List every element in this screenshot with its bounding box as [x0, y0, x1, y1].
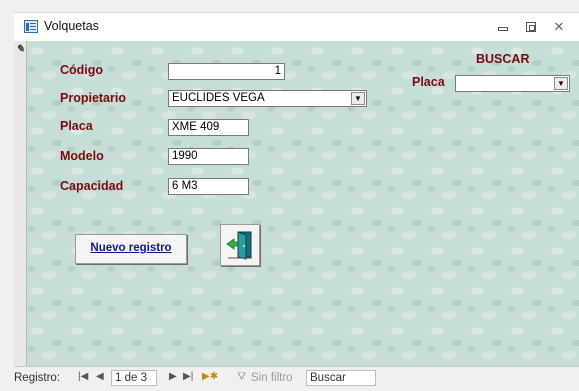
access-form-window: Volquetas ✕ ✎ Código 1 Propietario EUCLI…: [0, 0, 579, 391]
restore-icon[interactable]: [520, 19, 542, 35]
propietario-combo[interactable]: EUCLIDES VEGA ▼: [168, 90, 367, 107]
exit-door-icon: [226, 231, 252, 260]
capacidad-field[interactable]: 6 M3: [168, 178, 249, 195]
propietario-value: EUCLIDES VEGA: [172, 92, 265, 104]
previous-record-icon[interactable]: ◀: [96, 371, 104, 382]
nuevo-registro-label: Nuevo registro: [90, 242, 172, 254]
next-record-icon[interactable]: ▶: [169, 371, 177, 382]
propietario-label: Propietario: [60, 91, 126, 105]
new-record-icon[interactable]: ▶✱: [202, 371, 218, 382]
registro-label: Registro:: [14, 372, 61, 384]
window-title: Volquetas: [44, 19, 99, 33]
current-record-field[interactable]: 1 de 3: [111, 370, 157, 386]
placa-field[interactable]: XME 409: [168, 119, 249, 136]
minimize-icon[interactable]: [492, 19, 514, 35]
nuevo-registro-button[interactable]: Nuevo registro: [75, 234, 187, 264]
chevron-down-icon[interactable]: ▼: [554, 77, 568, 90]
first-record-icon[interactable]: |◀: [78, 371, 88, 382]
title-bar: Volquetas ✕: [14, 12, 579, 41]
codigo-field[interactable]: 1: [168, 63, 285, 80]
record-selector[interactable]: ✎: [14, 41, 27, 366]
exit-button[interactable]: [220, 224, 260, 266]
buscar-placa-label: Placa: [412, 75, 445, 89]
buscar-title: BUSCAR: [476, 52, 530, 66]
record-navigation-bar: Registro: |◀ ◀ 1 de 3 ▶ ▶| ▶✱ ⛛ Sin filt…: [14, 366, 579, 391]
filter-icon: ⛛: [237, 371, 247, 383]
modelo-field[interactable]: 1990: [168, 148, 249, 165]
placa-label: Placa: [60, 119, 93, 133]
form-detail-section: Código 1 Propietario EUCLIDES VEGA ▼ Pla…: [27, 41, 579, 366]
capacidad-label: Capacidad: [60, 179, 124, 193]
buscar-placa-combo[interactable]: ▼: [455, 75, 570, 92]
codigo-label: Código: [60, 63, 104, 77]
modelo-label: Modelo: [60, 149, 104, 163]
chevron-down-icon[interactable]: ▼: [351, 92, 365, 105]
pencil-icon: ✎: [16, 44, 25, 55]
last-record-icon[interactable]: ▶|: [183, 371, 193, 382]
search-input[interactable]: Buscar: [306, 370, 376, 386]
filter-status[interactable]: Sin filtro: [251, 372, 293, 384]
close-icon[interactable]: ✕: [548, 19, 570, 35]
form-icon: [24, 20, 38, 33]
